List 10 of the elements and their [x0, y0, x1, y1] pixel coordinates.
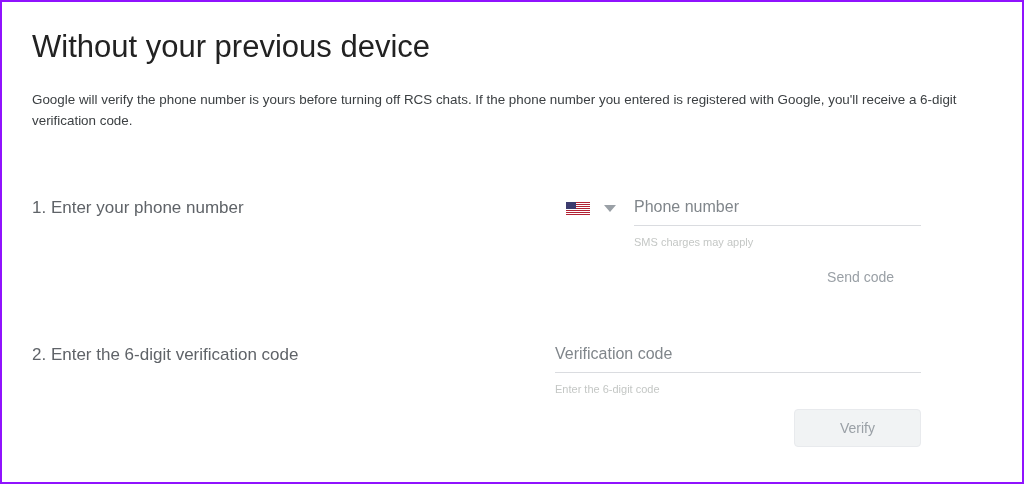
verification-code-field[interactable]: Verification code [555, 337, 921, 373]
hint-text: SMS charges may apply [634, 235, 755, 251]
flag-icon[interactable] [566, 201, 590, 216]
page-title: Without your previous device [32, 28, 432, 66]
step-label: 1. Enter your phone number [32, 197, 245, 220]
description-text: Google will verify the phone number is yours before turning off RCS chats. If the phone number you entered is registered with Google, you'll receive a 6-digit verification code. [32, 91, 958, 131]
hint-text: Enter the 6-digit code [555, 381, 661, 397]
phone-number-field[interactable]: Phone number [634, 191, 921, 227]
dropdown-caret-icon[interactable] [604, 205, 616, 213]
step-label: 2. Enter the 6-digit verification code [32, 343, 300, 366]
